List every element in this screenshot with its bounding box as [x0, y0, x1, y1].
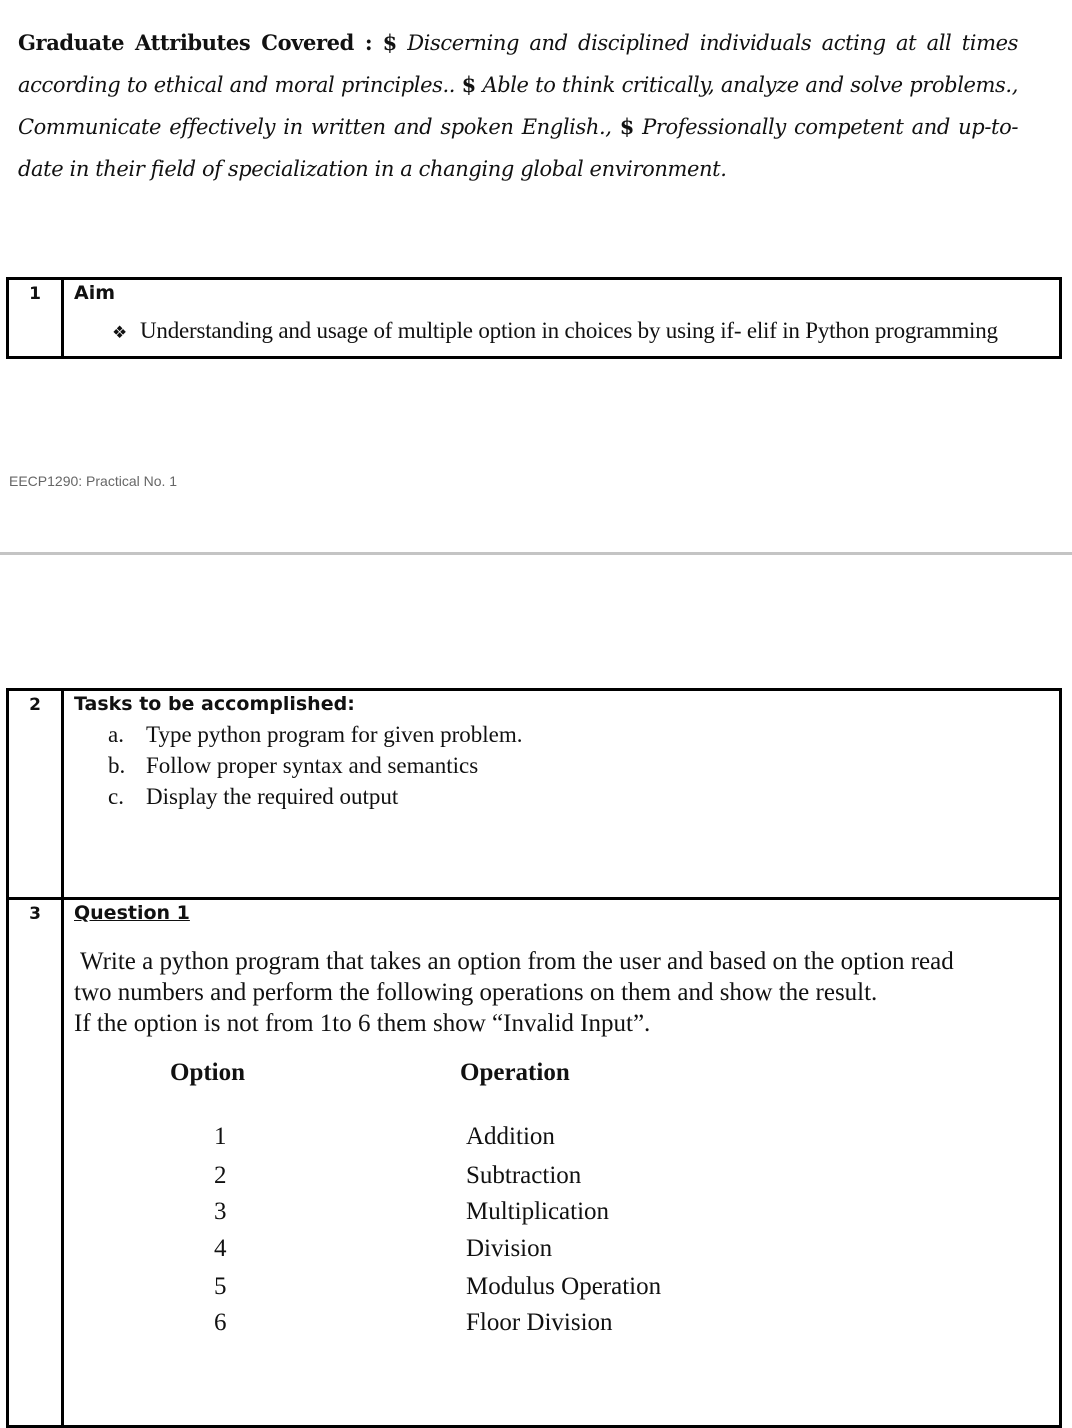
option-column-header: Option: [170, 1059, 246, 1086]
task-marker: a.: [108, 722, 124, 747]
operation-name: Division: [466, 1235, 553, 1262]
tasks-section-content: Tasks to be accomplished: a. Type python …: [61, 688, 1062, 900]
task-marker: b.: [108, 753, 126, 778]
page-break-divider: [0, 552, 1072, 555]
attribute-marker: $: [619, 114, 635, 139]
operation-column-header: Operation: [460, 1059, 570, 1086]
question-line: two numbers and perform the following op…: [74, 979, 878, 1006]
aim-item-text: Understanding and usage of multiple opti…: [140, 318, 998, 343]
diamond-bullet-icon: ❖: [112, 323, 128, 342]
aim-section-table: 1 Aim ❖ Understanding and usage of multip…: [6, 277, 1062, 359]
aim-item: ❖ Understanding and usage of multiple opt…: [112, 318, 1051, 344]
operation-name: Subtraction: [466, 1162, 582, 1189]
option-number: 5: [214, 1273, 227, 1300]
tasks-heading: Tasks to be accomplished:: [74, 693, 355, 715]
task-item: c. Display the required output: [108, 781, 1051, 812]
tasks-list: a. Type python program for given problem.…: [74, 719, 1051, 812]
operation-name: Modulus Operation: [466, 1273, 662, 1300]
attribute-marker: $: [461, 72, 477, 97]
attribute-marker: $: [382, 30, 398, 55]
question-line: If the option is not from 1to 6 them sho…: [74, 1010, 651, 1037]
option-number: 1: [214, 1123, 227, 1150]
graduate-attributes-label: Graduate Attributes Covered :: [18, 30, 373, 55]
option-number: 4: [214, 1235, 227, 1262]
question-line: Write a python program that takes an opt…: [80, 948, 954, 975]
question-section-content: Question 1 Write a python program that t…: [61, 897, 1062, 1428]
task-marker: c.: [108, 784, 124, 809]
tasks-question-table: 2 Tasks to be accomplished: a. Type pytho…: [6, 688, 1062, 1428]
task-text: Type python program for given problem.: [146, 722, 523, 747]
option-number: 6: [214, 1309, 227, 1336]
option-number: 2: [214, 1162, 227, 1189]
section-number: 2: [6, 688, 64, 900]
operation-name: Multiplication: [466, 1198, 610, 1225]
section-number: 3: [6, 897, 64, 1428]
question-heading: Question 1: [74, 902, 190, 924]
aim-section-content: Aim ❖ Understanding and usage of multiple…: [61, 277, 1062, 359]
option-number: 3: [214, 1198, 227, 1225]
task-text: Display the required output: [146, 784, 399, 809]
operation-name: Addition: [466, 1123, 555, 1150]
task-item: a. Type python program for given problem.: [108, 719, 1051, 750]
task-text: Follow proper syntax and semantics: [146, 753, 479, 778]
graduate-attributes-paragraph: Graduate Attributes Covered : $ Discerni…: [18, 22, 1018, 190]
operation-name: Floor Division: [466, 1309, 613, 1336]
task-item: b. Follow proper syntax and semantics: [108, 750, 1051, 781]
aim-heading: Aim: [74, 282, 116, 304]
section-number: 1: [6, 277, 64, 359]
operations-table: Option Operation 1 Addition 2 Subtraction …: [74, 1039, 1051, 1369]
page-footer: EECP1290: Practical No. 1: [9, 473, 178, 489]
question-body: Write a python program that takes an opt…: [74, 946, 1051, 1039]
